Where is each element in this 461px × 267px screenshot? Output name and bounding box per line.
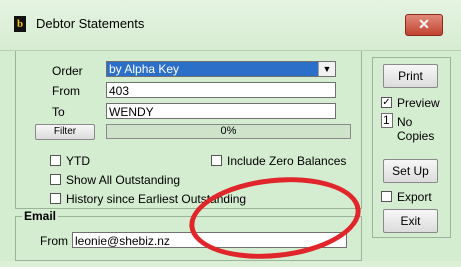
exit-button[interactable]: Exit (383, 209, 438, 233)
preview-label: Preview (397, 96, 440, 110)
print-button[interactable]: Print (383, 64, 438, 88)
show-all-outstanding-label: Show All Outstanding (66, 173, 181, 187)
from-field[interactable]: 403 (106, 82, 336, 98)
copies-field[interactable]: 1 (381, 113, 393, 128)
to-field[interactable]: WENDY (106, 103, 336, 119)
order-label: Order (52, 64, 83, 78)
window-client: Order by Alpha Key ▼ From 403 To WENDY F… (0, 51, 461, 267)
email-from-field[interactable]: leonie@shebiz.nz (72, 232, 347, 248)
include-zero-balances-checkbox[interactable] (211, 155, 222, 166)
history-checkbox[interactable] (50, 193, 61, 204)
close-button[interactable]: ✕ (405, 14, 443, 36)
chevron-down-icon[interactable]: ▼ (318, 62, 335, 76)
order-select[interactable]: by Alpha Key ▼ (106, 61, 336, 77)
progress-bar: 0% (106, 124, 351, 139)
from-label: From (52, 84, 80, 98)
export-checkbox[interactable] (381, 191, 392, 202)
setup-button[interactable]: Set Up (383, 159, 438, 183)
order-select-value: by Alpha Key (109, 62, 180, 76)
email-from-label: From (40, 234, 68, 248)
app-icon: b (14, 16, 26, 32)
copies-label: No Copies (397, 115, 435, 143)
show-all-outstanding-checkbox[interactable] (50, 174, 61, 185)
export-label: Export (397, 190, 432, 204)
ytd-label: YTD (66, 154, 90, 168)
ytd-checkbox[interactable] (50, 155, 61, 166)
history-label: History since Earliest Outstanding (66, 192, 247, 206)
to-label: To (52, 105, 65, 119)
include-zero-balances-label: Include Zero Balances (227, 154, 347, 168)
window-title: Debtor Statements (36, 16, 145, 31)
email-group-title: Email (22, 209, 59, 223)
title-bar: b Debtor Statements ✕ (0, 0, 461, 51)
filter-button[interactable]: Filter (35, 124, 95, 140)
actions-panel: Print ✓ Preview 1 No Copies Set Up Expor… (372, 57, 451, 238)
email-group: Email From leonie@shebiz.nz (15, 209, 362, 261)
options-panel: Order by Alpha Key ▼ From 403 To WENDY F… (15, 51, 362, 209)
preview-checkbox[interactable]: ✓ (381, 97, 392, 108)
